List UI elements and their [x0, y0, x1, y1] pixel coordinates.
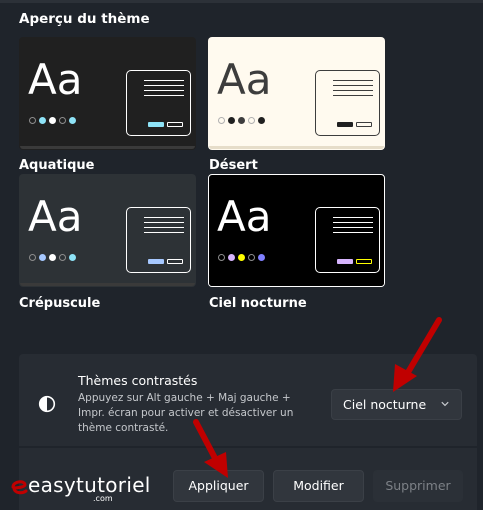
- preview-primary-button: [337, 122, 353, 127]
- easytutoriel-watermark: easytutoriel .com: [9, 473, 150, 507]
- theme-preview-window: [126, 70, 191, 136]
- preview-text-line: [333, 95, 373, 96]
- preview-text-line: [144, 95, 184, 96]
- theme-color-dots: [218, 117, 268, 126]
- watermark-domain: .com: [93, 494, 113, 503]
- theme-preview-window: [126, 207, 191, 273]
- preview-text-line: [333, 80, 373, 81]
- theme-preview-text: Aa: [28, 192, 83, 241]
- annotation-arrow-apply: [193, 419, 228, 478]
- contrast-icon: [38, 395, 56, 413]
- preview-text-line: [144, 80, 184, 81]
- preview-primary-button: [337, 259, 353, 264]
- preview-text-line: [144, 232, 184, 233]
- theme-color-dot: [59, 254, 66, 261]
- theme-color-dot: [69, 117, 76, 124]
- theme-preview-text: Aa: [217, 55, 272, 104]
- theme-color-dot: [238, 254, 245, 261]
- theme-color-dot: [49, 117, 56, 124]
- dropdown-selected-value: Ciel nocturne: [343, 397, 427, 412]
- theme-color-dot: [248, 254, 255, 261]
- delete-button[interactable]: Supprimer: [373, 470, 463, 502]
- watermark-brand: easytutoriel: [28, 473, 151, 497]
- theme-color-dots: [29, 254, 79, 263]
- theme-color-dot: [59, 117, 66, 124]
- theme-color-dot: [218, 117, 225, 124]
- theme-preview-text: Aa: [217, 192, 272, 241]
- preview-text-line: [333, 85, 373, 86]
- preview-text-line: [144, 217, 184, 218]
- window-top-edge: [0, 0, 483, 3]
- chevron-down-icon: [441, 401, 449, 407]
- theme-color-dot: [258, 254, 265, 261]
- theme-preview-taskbar: [20, 283, 195, 286]
- theme-card-desert[interactable]: Aa: [208, 37, 385, 150]
- preview-text-line: [333, 217, 373, 218]
- theme-color-dot: [39, 117, 46, 124]
- theme-color-dot: [248, 117, 255, 124]
- theme-preview-taskbar: [209, 283, 384, 286]
- theme-color-dot: [238, 117, 245, 124]
- theme-color-dot: [49, 254, 56, 261]
- theme-preview-window: [315, 207, 380, 273]
- section-title: Aperçu du thème: [19, 11, 150, 27]
- theme-preview-text: Aa: [28, 55, 83, 104]
- preview-text-line: [144, 90, 184, 91]
- preview-primary-button: [148, 259, 164, 264]
- theme-card-aquatique[interactable]: Aa: [19, 37, 196, 150]
- contrast-themes-title: Thèmes contrastés: [78, 373, 198, 388]
- theme-preview-window: [315, 70, 380, 136]
- preview-secondary-button: [167, 122, 183, 127]
- preview-text-line: [144, 222, 184, 223]
- theme-color-dot: [39, 254, 46, 261]
- theme-card-ciel-nocturne[interactable]: Aa: [208, 174, 385, 287]
- theme-preview-taskbar: [209, 146, 384, 149]
- preview-text-line: [333, 232, 373, 233]
- theme-label-desert: Désert: [209, 158, 258, 173]
- preview-primary-button: [148, 122, 164, 127]
- preview-text-line: [333, 222, 373, 223]
- preview-text-line: [144, 227, 184, 228]
- theme-label-aquatique: Aquatique: [19, 158, 95, 173]
- theme-label-ciel-nocturne: Ciel nocturne: [209, 296, 307, 311]
- theme-color-dot: [218, 254, 225, 261]
- preview-secondary-button: [167, 259, 183, 264]
- preview-text-line: [333, 90, 373, 91]
- theme-preview-taskbar: [20, 146, 195, 149]
- theme-card-crepuscule[interactable]: Aa: [19, 174, 196, 287]
- theme-color-dots: [29, 117, 79, 126]
- theme-label-crepuscule: Crépuscule: [19, 296, 101, 311]
- annotation-arrow-dropdown: [393, 317, 442, 392]
- preview-text-line: [333, 227, 373, 228]
- theme-color-dot: [69, 254, 76, 261]
- preview-secondary-button: [356, 259, 372, 264]
- theme-color-dots: [218, 254, 268, 263]
- preview-secondary-button: [356, 122, 372, 127]
- theme-color-dot: [228, 117, 235, 124]
- preview-text-line: [144, 85, 184, 86]
- theme-color-dot: [29, 254, 36, 261]
- modify-button[interactable]: Modifier: [273, 470, 364, 502]
- theme-color-dot: [258, 117, 265, 124]
- theme-color-dot: [29, 117, 36, 124]
- theme-color-dot: [228, 254, 235, 261]
